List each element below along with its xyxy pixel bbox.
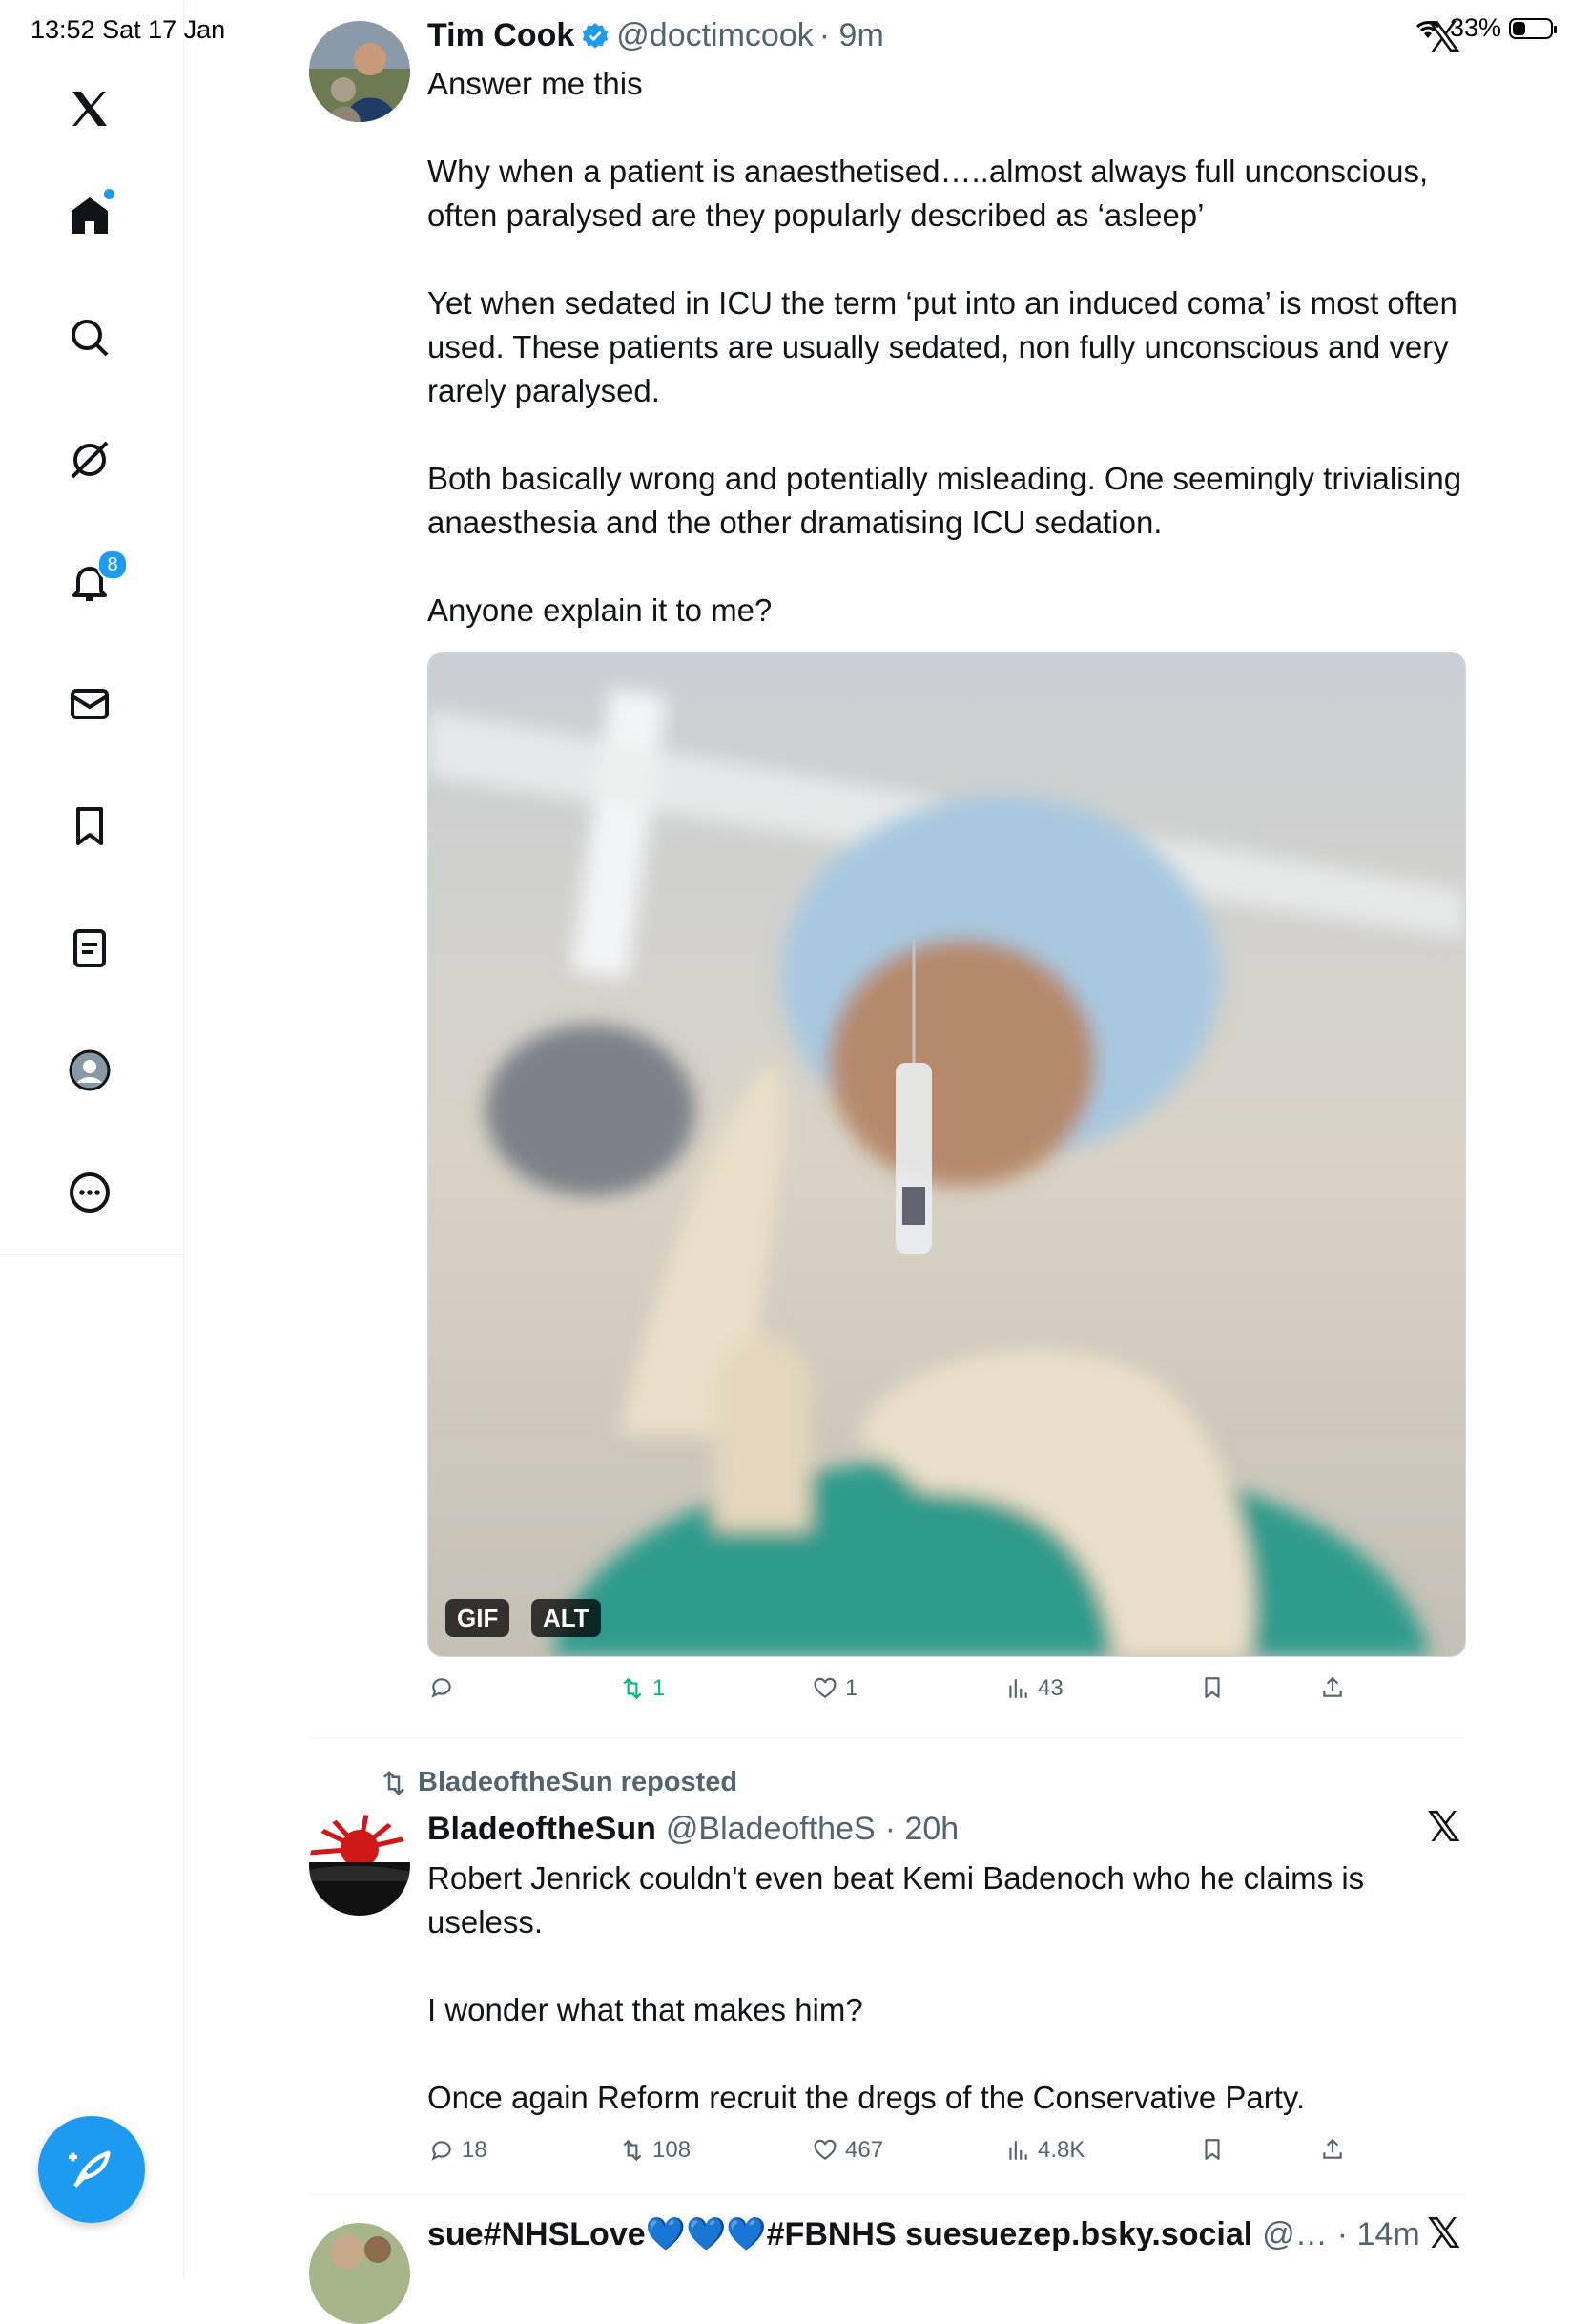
views-chart-icon [1009, 2141, 1027, 2160]
author-name[interactable]: Tim Cook [427, 17, 574, 54]
views-button[interactable]: 4.8K [1005, 2137, 1085, 2164]
heart-icon [814, 2139, 837, 2160]
like-button[interactable]: 1 [813, 1675, 857, 1702]
tweet-1-gif-media[interactable]: GIF ALT [427, 652, 1466, 1657]
bladeofthesun-avatar[interactable] [309, 1815, 410, 1916]
sidebar: 8 [0, 0, 184, 2278]
tweet-1-text: Answer me this Why when a patient is ana… [427, 66, 1462, 628]
bookmark-icon [1205, 1677, 1220, 1698]
tweet-2-header: BladeoftheSun @BladeoftheS · 20h [427, 1811, 959, 1848]
post-time: · 20h [884, 1811, 960, 1847]
x-brand-icon: 𝕏 [1427, 1804, 1461, 1851]
compose-post-button[interactable] [38, 2116, 145, 2223]
views-count: 4.8K [1038, 2137, 1085, 2163]
tim-cook-avatar[interactable] [309, 21, 410, 122]
profile-avatar-icon[interactable] [59, 1040, 120, 1101]
reply-count: 18 [462, 2137, 487, 2163]
alt-text-button[interactable]: ALT [531, 1599, 601, 1637]
share-button[interactable] [1320, 1675, 1345, 1700]
post-time: · 14m [1336, 2215, 1420, 2252]
verified-badge-icon [583, 22, 609, 49]
like-count: 1 [845, 1675, 858, 1701]
post-time: · 9m [818, 17, 884, 53]
bookmark-post-button[interactable] [1200, 1675, 1225, 1700]
gif-badge: GIF [445, 1599, 510, 1637]
tweet-divider [309, 2194, 1465, 2195]
share-upload-icon [1323, 2138, 1342, 2159]
author-name[interactable]: sue#NHSLove💙💙💙#FBNHS suesuezep.bsky.soci… [427, 2215, 1252, 2253]
x-logo-icon[interactable] [59, 78, 120, 139]
author-handle[interactable]: @doctimcook [616, 17, 813, 54]
bookmark-post-button[interactable] [1200, 2137, 1225, 2162]
share-upload-icon [1323, 1676, 1342, 1697]
repost-button[interactable]: 108 [620, 2137, 691, 2164]
tweet-2-text: Robert Jenrick couldn't even beat Kemi B… [427, 1860, 1365, 2115]
notification-badge: 8 [97, 550, 128, 580]
repost-context-icon [383, 1770, 404, 1795]
views-count: 43 [1038, 1675, 1064, 1701]
repost-icon [623, 2139, 642, 2162]
messages-envelope-icon[interactable] [59, 674, 120, 735]
tweet-3-header: sue#NHSLove💙💙💙#FBNHS suesuezep.bsky.soci… [427, 2215, 1420, 2253]
lists-icon[interactable] [59, 918, 120, 979]
author-handle[interactable]: @BladeoftheS [666, 1811, 876, 1848]
battery-icon [1509, 17, 1557, 39]
share-button[interactable] [1320, 2137, 1345, 2162]
tweet-divider [309, 1738, 1465, 1739]
reply-button[interactable] [429, 1675, 462, 1700]
home-new-dot [104, 189, 114, 199]
like-button[interactable]: 467 [813, 2137, 883, 2164]
repost-button[interactable]: 1 [620, 1675, 665, 1702]
search-icon[interactable] [59, 307, 120, 368]
like-count: 467 [845, 2137, 884, 2163]
more-options-icon[interactable] [59, 1162, 120, 1223]
author-name[interactable]: BladeoftheSun [427, 1811, 656, 1848]
bookmark-icon [1205, 2139, 1220, 2160]
reply-bubble-icon [431, 2141, 451, 2161]
syringe-gif-image [428, 653, 1465, 1656]
home-icon[interactable] [59, 185, 120, 246]
reply-bubble-icon [431, 1678, 451, 1698]
x-brand-icon: 𝕏 [1427, 2210, 1461, 2257]
repost-context-label[interactable]: BladeoftheSun reposted [418, 1767, 737, 1798]
tweet-1-header: Tim Cook @doctimcook · 9m [427, 17, 884, 54]
bookmark-icon[interactable] [59, 796, 120, 857]
repost-context: BladeoftheSun reposted [380, 1767, 737, 1798]
repost-count: 108 [652, 2137, 692, 2163]
heart-icon [814, 1677, 837, 1698]
views-chart-icon [1009, 1679, 1027, 1698]
compose-feather-icon [69, 2150, 111, 2188]
grok-icon[interactable] [59, 429, 120, 490]
sidebar-divider [0, 1254, 183, 1255]
repost-icon [623, 1677, 642, 1700]
repost-count: 1 [652, 1675, 666, 1701]
author-handle[interactable]: @… [1262, 2216, 1328, 2253]
sue-avatar[interactable] [309, 2223, 410, 2324]
views-button[interactable]: 43 [1005, 1675, 1064, 1702]
x-brand-icon: 𝕏 [1427, 14, 1461, 61]
notifications-bell-icon[interactable]: 8 [59, 550, 128, 612]
reply-button[interactable]: 18 [429, 2137, 487, 2164]
